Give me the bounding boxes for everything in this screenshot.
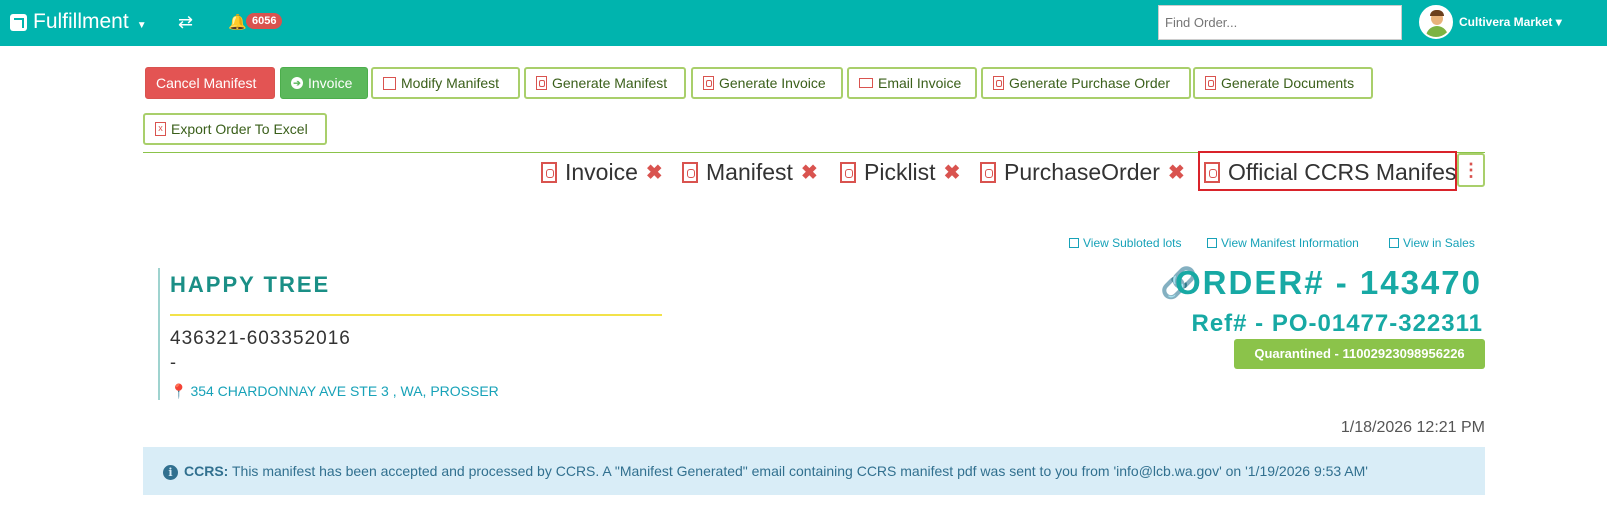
remove-icon[interactable]: ✖ [801, 160, 818, 185]
customer-dash: - [170, 352, 176, 372]
customer-license: 436321-603352016 [170, 328, 351, 349]
envelope-icon [859, 78, 873, 88]
customer-address[interactable]: 📍 354 CHARDONNAY AVE STE 3 , WA, PROSSER [170, 383, 499, 400]
external-link-icon [10, 13, 27, 31]
excel-icon: x [155, 122, 166, 136]
doc-label: PurchaseOrder [1004, 158, 1160, 185]
modify-manifest-label: Modify Manifest [401, 75, 500, 91]
alert-label: CCRS: [184, 463, 229, 479]
generate-manifest-label: Generate Manifest [552, 75, 668, 91]
top-navbar: Fulfillment ▼ ⇄ 🔔 6056 Cultivera Market … [0, 0, 1607, 46]
user-menu[interactable]: Cultivera Market ▾ [1459, 15, 1562, 29]
quarantine-badge: Quarantined - 11002923098956226 [1234, 339, 1485, 369]
brand-label: Fulfillment [33, 10, 129, 33]
info-icon: i [163, 465, 178, 480]
pdf-icon [1205, 76, 1216, 90]
ccrs-alert: i CCRS: This manifest has been accepted a… [143, 447, 1485, 495]
doc-invoice[interactable]: Invoice ✖ [541, 158, 663, 186]
pdf-icon [1204, 161, 1220, 183]
edit-icon [383, 76, 396, 90]
export-order-label: Export Order To Excel [171, 121, 308, 137]
view-manifest-info-link[interactable]: View Manifest Information [1207, 236, 1359, 250]
generate-invoice-button[interactable]: Generate Invoice [691, 67, 843, 99]
link-label: View Subloted lots [1083, 236, 1182, 250]
left-rule [158, 268, 160, 400]
pdf-icon [536, 76, 547, 90]
generate-invoice-label: Generate Invoice [719, 75, 826, 91]
remove-icon[interactable]: ✖ [646, 160, 663, 185]
avatar[interactable] [1419, 5, 1453, 39]
customer-name: HAPPY TREE [170, 272, 331, 297]
view-subloted-lots-link[interactable]: View Subloted lots [1069, 236, 1182, 250]
pdf-icon [703, 76, 714, 90]
invoice-button[interactable]: ➔ Invoice [280, 67, 368, 99]
user-name: Cultivera Market [1459, 15, 1553, 29]
alert-message: This manifest has been accepted and proc… [228, 463, 1368, 479]
caret-down-icon: ▼ [136, 19, 147, 31]
pdf-icon [682, 161, 698, 183]
arrow-circle-icon: ➔ [291, 77, 303, 89]
cancel-manifest-button[interactable]: Cancel Manifest [145, 67, 275, 99]
order-ref: Ref# - PO-01477-322311 [1191, 310, 1483, 337]
email-invoice-button[interactable]: Email Invoice [847, 67, 977, 99]
external-link-icon [1207, 238, 1217, 248]
bell-icon[interactable]: 🔔 [228, 13, 247, 31]
external-link-icon [1389, 238, 1399, 248]
remove-icon[interactable]: ✖ [1168, 160, 1185, 185]
invoice-label: Invoice [308, 75, 353, 91]
divider [170, 314, 662, 316]
doc-label: Picklist [864, 158, 936, 185]
view-in-sales-link[interactable]: View in Sales [1389, 236, 1475, 250]
brand-menu[interactable]: Fulfillment ▼ [10, 10, 147, 34]
pdf-icon [980, 161, 996, 183]
modify-manifest-button[interactable]: Modify Manifest [371, 67, 520, 99]
doc-label: Official CCRS Manifest [1228, 158, 1463, 185]
swap-icon[interactable]: ⇄ [178, 12, 193, 33]
generate-manifest-button[interactable]: Generate Manifest [524, 67, 686, 99]
external-link-icon [1069, 238, 1079, 248]
order-number: ORDER# - 143470 [1175, 264, 1482, 301]
map-marker-icon: 📍 [170, 383, 188, 399]
address-text: 354 CHARDONNAY AVE STE 3 , WA, PROSSER [190, 383, 499, 399]
doc-picklist[interactable]: Picklist ✖ [840, 158, 960, 186]
doc-purchase-order[interactable]: PurchaseOrder ✖ [980, 158, 1185, 186]
more-options-icon[interactable]: ⋮ [1457, 153, 1485, 187]
doc-official-ccrs-manifest[interactable]: Official CCRS Manifest [1204, 158, 1463, 186]
email-invoice-label: Email Invoice [878, 75, 962, 91]
link-label: View Manifest Information [1221, 236, 1359, 250]
cancel-manifest-label: Cancel Manifest [156, 75, 257, 91]
generate-documents-label: Generate Documents [1221, 75, 1355, 91]
link-label: View in Sales [1403, 236, 1475, 250]
pdf-icon [993, 76, 1004, 90]
doc-manifest[interactable]: Manifest ✖ [682, 158, 818, 186]
remove-icon[interactable]: ✖ [944, 160, 961, 185]
find-order-input[interactable] [1158, 5, 1402, 40]
order-timestamp: 1/18/2026 12:21 PM [1340, 419, 1485, 436]
export-order-button[interactable]: x Export Order To Excel [143, 113, 327, 145]
doc-label: Invoice [565, 158, 638, 185]
generate-purchase-order-button[interactable]: Generate Purchase Order [981, 67, 1191, 99]
generate-documents-button[interactable]: Generate Documents [1193, 67, 1373, 99]
notification-badge[interactable]: 6056 [246, 13, 283, 29]
pdf-icon [840, 161, 856, 183]
doc-label: Manifest [706, 158, 793, 185]
pdf-icon [541, 161, 557, 183]
generate-purchase-order-label: Generate Purchase Order [1009, 75, 1171, 91]
